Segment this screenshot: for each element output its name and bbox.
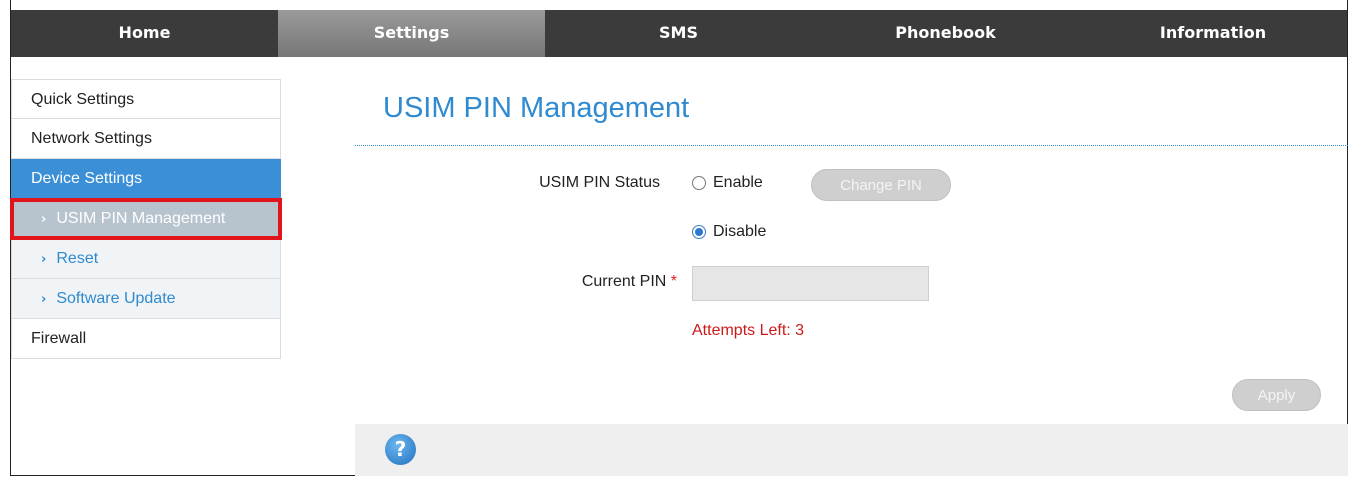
sidebar: Quick Settings Network Settings Device S… xyxy=(10,79,282,359)
apply-button[interactable]: Apply xyxy=(1232,379,1321,411)
enable-radio[interactable]: Enable xyxy=(692,174,763,192)
sidebar-subitem-usim-pin-management[interactable]: › USIM PIN Management xyxy=(10,198,282,240)
tab-phonebook[interactable]: Phonebook xyxy=(812,10,1079,57)
disable-radio[interactable]: Disable xyxy=(692,223,766,241)
sidebar-subitem-label: Reset xyxy=(56,250,99,267)
top-navigation: Home Settings SMS Phonebook Information xyxy=(11,10,1347,57)
sidebar-item-firewall[interactable]: Firewall xyxy=(11,319,281,359)
tab-sms[interactable]: SMS xyxy=(545,10,812,57)
title-divider xyxy=(355,145,1348,146)
sidebar-item-quick-settings[interactable]: Quick Settings xyxy=(11,79,281,119)
usim-pin-status-label: USIM PIN Status xyxy=(539,174,660,191)
tab-home[interactable]: Home xyxy=(11,10,278,57)
radio-unchecked-icon xyxy=(692,176,706,190)
required-asterisk: * xyxy=(670,273,677,290)
tab-settings[interactable]: Settings xyxy=(278,10,545,57)
change-pin-button[interactable]: Change PIN xyxy=(811,169,951,201)
current-pin-label: Current PIN * xyxy=(500,273,677,291)
current-pin-input[interactable] xyxy=(692,266,929,301)
current-pin-label-text: Current PIN xyxy=(581,273,667,290)
chevron-right-icon: › xyxy=(41,252,47,267)
enable-radio-label: Enable xyxy=(713,174,763,191)
chevron-right-icon: › xyxy=(41,292,47,307)
sidebar-subitem-label: Software Update xyxy=(56,290,176,307)
footer-bar xyxy=(355,424,1348,476)
sidebar-subitem-software-update[interactable]: › Software Update xyxy=(11,279,281,319)
radio-checked-icon xyxy=(692,225,706,239)
page-title: USIM PIN Management xyxy=(383,92,690,124)
chevron-right-icon: › xyxy=(41,212,47,227)
sidebar-item-device-settings[interactable]: Device Settings xyxy=(11,159,281,199)
disable-radio-label: Disable xyxy=(713,223,767,240)
sidebar-subitem-reset[interactable]: › Reset xyxy=(11,239,281,279)
attempts-left-text: Attempts Left: 3 xyxy=(692,322,805,339)
tab-information[interactable]: Information xyxy=(1079,10,1347,57)
help-icon[interactable]: ? xyxy=(385,434,416,465)
sidebar-subitem-label: USIM PIN Management xyxy=(56,210,226,227)
sidebar-item-network-settings[interactable]: Network Settings xyxy=(11,119,281,159)
